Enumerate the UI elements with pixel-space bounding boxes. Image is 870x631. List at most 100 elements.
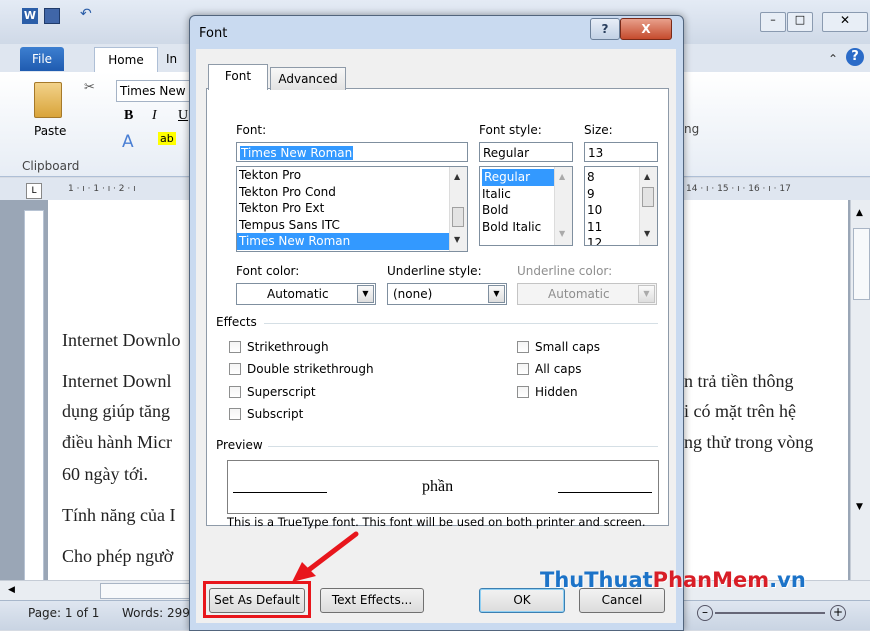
underline-icon[interactable]: U <box>178 108 188 124</box>
highlight-icon[interactable]: ab <box>158 132 176 145</box>
dialog-help-button[interactable]: ? <box>590 18 620 40</box>
subscript-checkbox[interactable] <box>229 408 241 420</box>
doc-line-right-2[interactable]: i có mặt trên hệ <box>684 401 796 422</box>
paste-icon[interactable] <box>34 82 62 118</box>
paste-label[interactable]: Paste <box>34 124 66 138</box>
hidden-checkbox[interactable] <box>517 386 529 398</box>
doc-line-right-1[interactable]: n trả tiền thông <box>684 371 793 392</box>
scroll-thumb[interactable] <box>853 228 870 300</box>
vertical-ruler <box>24 210 44 582</box>
status-words[interactable]: Words: 299 <box>122 606 190 620</box>
help-icon[interactable]: ? <box>846 48 864 66</box>
scroll-down-icon[interactable]: ▼ <box>559 229 565 238</box>
hscroll-thumb[interactable] <box>100 583 192 599</box>
underline-style-dropdown[interactable]: (none) ▼ <box>387 283 507 305</box>
undo-icon[interactable]: ↶ <box>80 6 92 22</box>
font-list-scrollbar[interactable]: ▲ ▼ <box>449 167 467 251</box>
tab-font-label: Font <box>224 69 252 83</box>
scroll-down-icon[interactable]: ▼ <box>454 235 460 244</box>
window-minimize-icon[interactable]: – <box>760 12 786 32</box>
window-close-icon[interactable]: ✕ <box>822 12 868 32</box>
save-icon[interactable] <box>44 8 60 24</box>
doc-line-2[interactable]: Internet Downl <box>62 371 171 392</box>
size-list-thumb[interactable] <box>642 187 654 207</box>
font-list-item[interactable]: Tekton Pro <box>237 167 467 184</box>
font-list-item[interactable]: Tekton Pro Cond <box>237 184 467 201</box>
strikethrough-label[interactable]: Strikethrough <box>247 340 329 354</box>
font-color-dropdown[interactable]: Automatic ▼ <box>236 283 376 305</box>
italic-icon[interactable]: I <box>152 108 157 124</box>
font-name-list[interactable]: Tekton Pro Tekton Pro Cond Tekton Pro Ex… <box>236 166 468 252</box>
text-effects-icon[interactable]: A <box>122 132 134 152</box>
scroll-up-icon[interactable]: ▲ <box>856 208 863 218</box>
scroll-up-icon[interactable]: ▲ <box>644 172 650 181</box>
tab-advanced[interactable]: Advanced <box>270 67 346 90</box>
underline-style-label: Underline style: <box>387 264 482 278</box>
underline-color-dropdown: Automatic ▼ <box>517 283 657 305</box>
text-effects-button[interactable]: Text Effects... <box>320 588 424 613</box>
doc-line-5[interactable]: 60 ngày tới. <box>62 464 148 485</box>
window-maximize-icon[interactable]: □ <box>787 12 813 32</box>
scroll-up-icon[interactable]: ▲ <box>454 172 460 181</box>
style-list-item-selected[interactable]: Regular <box>482 169 555 186</box>
doc-line-3[interactable]: dụng giúp tăng <box>62 401 170 422</box>
chevron-down-icon[interactable]: ▼ <box>488 285 505 303</box>
watermark-part-2: PhanMem <box>652 568 770 592</box>
zoom-out-icon[interactable]: – <box>697 605 713 621</box>
tab-selector-icon[interactable]: L <box>26 183 42 199</box>
watermark-logo: ThuThuatPhanMem.vn <box>540 568 806 592</box>
superscript-checkbox[interactable] <box>229 386 241 398</box>
scroll-down-icon[interactable]: ▼ <box>644 229 650 238</box>
font-list-thumb[interactable] <box>452 207 464 227</box>
tab-font[interactable]: Font <box>208 64 268 90</box>
scroll-up-icon[interactable]: ▲ <box>559 172 565 181</box>
font-list-item[interactable]: Tekton Pro Ext <box>237 200 467 217</box>
font-name-input[interactable]: Times New Roman <box>236 142 468 162</box>
red-arrow-icon <box>292 531 359 582</box>
dialog-close-button[interactable]: X <box>620 18 672 40</box>
font-name-box[interactable]: Times New <box>116 80 191 102</box>
doc-line-1[interactable]: Internet Downlo <box>62 330 180 351</box>
chevron-down-icon[interactable]: ▼ <box>357 285 374 303</box>
doc-line-6[interactable]: Tính năng của I <box>62 505 175 526</box>
hidden-label[interactable]: Hidden <box>535 385 578 399</box>
zoom-in-icon[interactable]: + <box>830 605 846 621</box>
double-strikethrough-label[interactable]: Double strikethrough <box>247 362 374 376</box>
tab-file[interactable]: File <box>20 47 64 71</box>
strikethrough-checkbox[interactable] <box>229 341 241 353</box>
doc-line-right-3[interactable]: ng thử trong vòng <box>684 432 813 453</box>
all-caps-checkbox[interactable] <box>517 363 529 375</box>
font-style-input[interactable]: Regular <box>479 142 573 162</box>
watermark-part-3: .vn <box>769 568 806 592</box>
status-page[interactable]: Page: 1 of 1 <box>28 606 99 620</box>
all-caps-label[interactable]: All caps <box>535 362 582 376</box>
scroll-down-icon[interactable]: ▼ <box>856 502 863 512</box>
size-input[interactable]: 13 <box>584 142 658 162</box>
font-list-item[interactable]: Tempus Sans ITC <box>237 217 467 234</box>
minimize-ribbon-icon[interactable]: ⌃ <box>828 52 838 66</box>
bold-icon[interactable]: B <box>124 108 133 124</box>
font-list-item-selected[interactable]: Times New Roman <box>237 233 450 250</box>
tab-home[interactable]: Home <box>94 47 158 72</box>
small-caps-label[interactable]: Small caps <box>535 340 600 354</box>
size-list-scrollbar[interactable]: ▲ ▼ <box>639 167 657 245</box>
cut-icon[interactable]: ✂ <box>84 80 95 95</box>
superscript-label[interactable]: Superscript <box>247 385 316 399</box>
scroll-left-icon[interactable]: ◀ <box>8 585 15 595</box>
clipboard-group-label: Clipboard <box>22 159 80 173</box>
style-list-scrollbar[interactable]: ▲ ▼ <box>554 167 572 245</box>
word-app-icon: W <box>22 8 38 24</box>
subscript-label[interactable]: Subscript <box>247 407 303 421</box>
double-strikethrough-checkbox[interactable] <box>229 363 241 375</box>
tab-insert[interactable]: In <box>166 47 177 71</box>
small-caps-checkbox[interactable] <box>517 341 529 353</box>
font-label: Font: <box>236 123 267 137</box>
doc-line-7[interactable]: Cho phép ngườ <box>62 546 173 567</box>
vertical-scrollbar[interactable]: ▲ ▼ <box>850 200 870 580</box>
chevron-down-icon: ▼ <box>638 285 655 303</box>
font-name-value: Times New Roman <box>240 146 354 160</box>
font-style-list[interactable]: Regular Italic Bold Bold Italic ▲ ▼ <box>479 166 573 246</box>
zoom-slider[interactable] <box>715 612 825 614</box>
size-list[interactable]: 8 9 10 11 12 ▲ ▼ <box>584 166 658 246</box>
doc-line-4[interactable]: điều hành Micr <box>62 432 172 453</box>
